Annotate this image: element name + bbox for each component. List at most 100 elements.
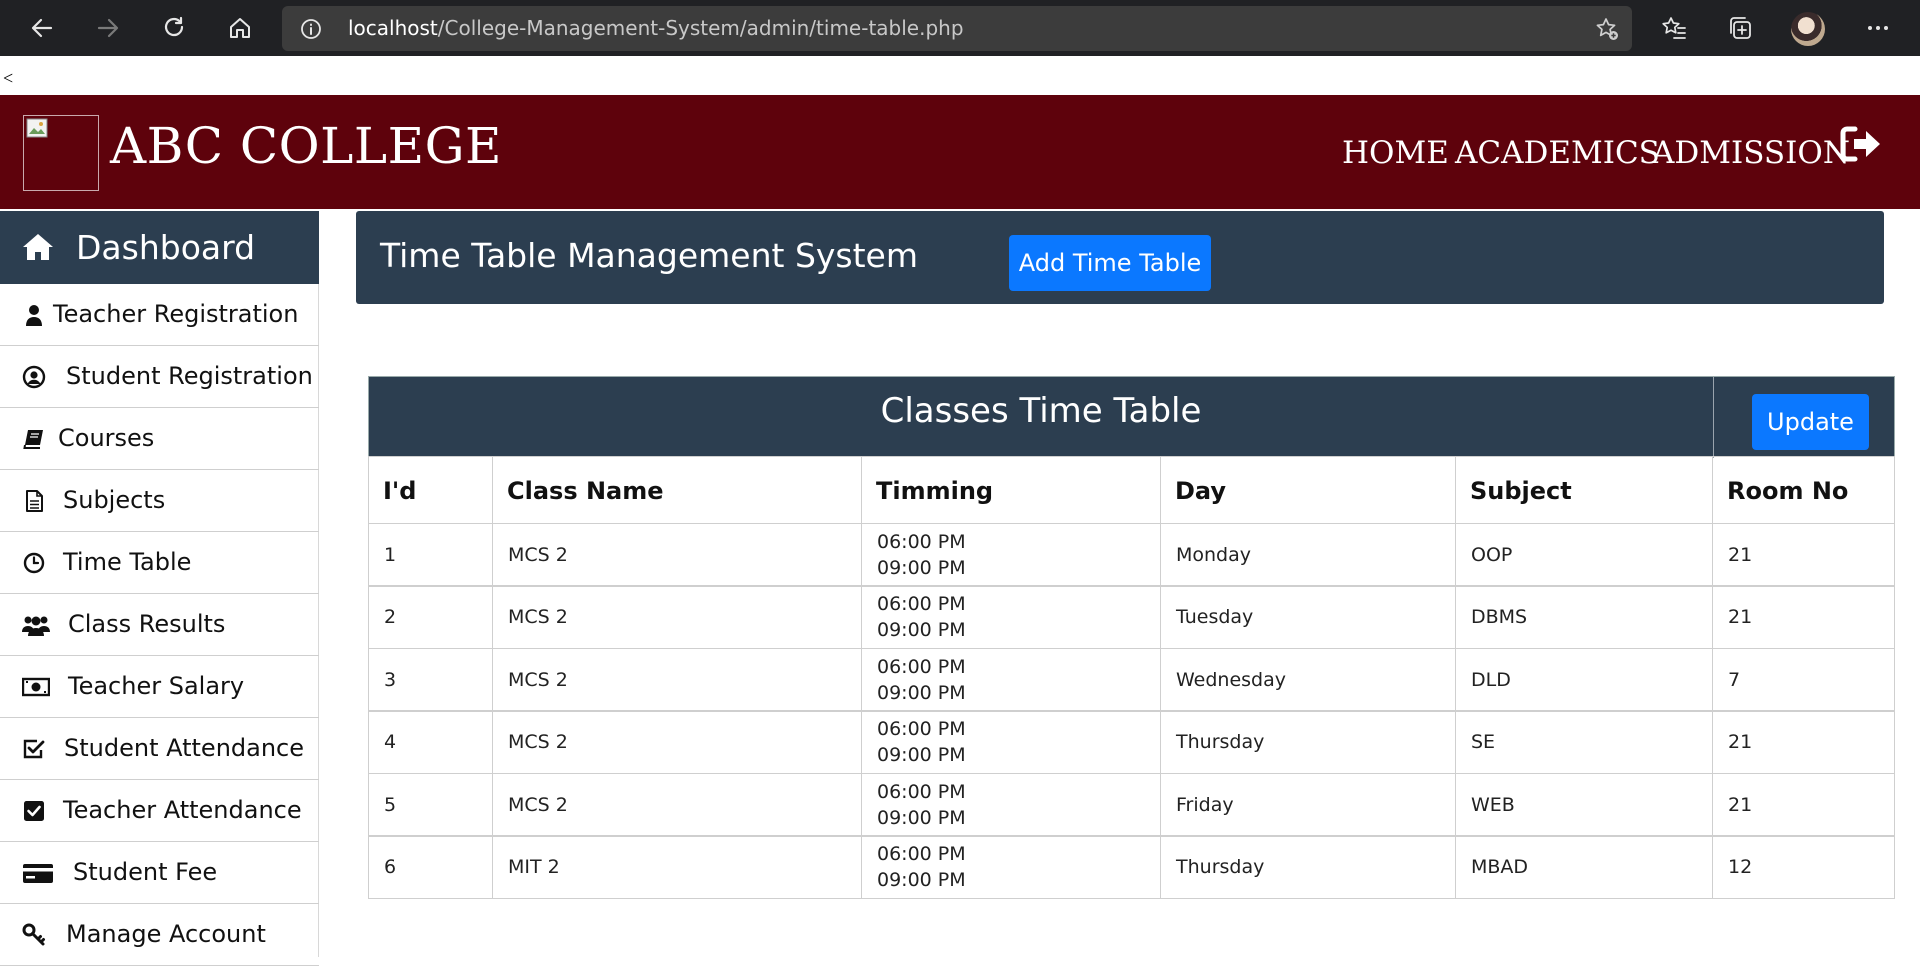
sidebar-item-student-registration[interactable]: Student Registration (0, 346, 319, 408)
sidebar-item-label: Teacher Registration (53, 300, 299, 328)
sidebar-item-label: Student Registration (66, 362, 313, 390)
sidebar: Dashboard Teacher Registration Student R… (0, 211, 319, 966)
cell-room-no: 7 (1712, 648, 1895, 711)
cell-id: 5 (368, 773, 493, 836)
credit-card-icon (22, 861, 54, 885)
sidebar-item-time-table[interactable]: Time Table (0, 532, 319, 594)
cell-timming: 06:00 PM 09:00 PM (861, 585, 1161, 649)
more-options-icon[interactable] (1862, 12, 1894, 44)
cell-class-name: MCS 2 (492, 523, 862, 586)
sidebar-item-teacher-attendance[interactable]: Teacher Attendance (0, 780, 319, 842)
nav-academics[interactable]: ACADEMICS (1455, 135, 1660, 171)
cell-day: Thursday (1160, 710, 1456, 774)
sidebar-item-label: Student Attendance (64, 734, 305, 762)
browser-toolbar: localhost/College-Management-System/admi… (0, 0, 1920, 56)
start-time: 06:00 PM (877, 655, 966, 678)
cell-id: 3 (368, 648, 493, 711)
start-time: 06:00 PM (877, 718, 966, 740)
check-square-filled-icon (22, 799, 46, 823)
url-host: localhost (348, 16, 438, 40)
url-text[interactable]: localhost/College-Management-System/admi… (348, 16, 964, 40)
nav-admission[interactable]: ADMISSION (1652, 135, 1850, 171)
money-icon (21, 675, 51, 699)
user-circle-icon (22, 365, 46, 389)
sidebar-item-subjects[interactable]: Subjects (0, 470, 319, 532)
sidebar-item-label: Time Table (63, 548, 192, 576)
user-icon (22, 303, 46, 327)
logout-icon[interactable] (1840, 125, 1882, 165)
favorites-icon[interactable] (1658, 12, 1690, 44)
sidebar-item-dashboard[interactable]: Dashboard (0, 211, 319, 284)
cell-class-name: MCS 2 (492, 648, 862, 711)
sidebar-item-label: Student Fee (73, 858, 218, 886)
sidebar-item-student-attendance[interactable]: Student Attendance (0, 718, 319, 780)
sidebar-item-label: Manage Account (66, 920, 266, 948)
column-header-id: I'd (368, 456, 493, 524)
college-logo (23, 115, 99, 191)
forward-arrow-icon[interactable] (92, 12, 124, 44)
home-icon[interactable] (224, 12, 256, 44)
sidebar-item-label: Dashboard (76, 228, 256, 267)
brand-title[interactable]: ABC COLLEGE (110, 117, 502, 175)
cell-class-name: MCS 2 (492, 710, 862, 774)
cell-day: Thursday (1160, 835, 1456, 899)
start-time: 06:00 PM (877, 593, 966, 615)
column-header-timming: Timming (861, 456, 1161, 524)
add-favorite-icon[interactable] (1594, 16, 1620, 42)
end-time: 09:00 PM (877, 556, 966, 579)
start-time: 06:00 PM (877, 530, 966, 553)
start-time: 06:00 PM (877, 780, 966, 803)
nav-home[interactable]: HOME (1342, 135, 1449, 171)
back-arrow-icon[interactable] (26, 12, 58, 44)
cell-room-no: 21 (1712, 523, 1895, 586)
key-icon (22, 923, 46, 947)
cell-subject: MBAD (1455, 835, 1713, 899)
url-path: /College-Management-System/admin/time-ta… (437, 16, 964, 40)
book-icon (22, 427, 46, 451)
column-header-subject: Subject (1455, 456, 1713, 524)
cell-room-no: 21 (1712, 585, 1895, 649)
stray-text: < (3, 68, 14, 88)
address-bar[interactable]: localhost/College-Management-System/admi… (282, 6, 1632, 51)
reload-icon[interactable] (158, 12, 190, 44)
cell-id: 4 (368, 710, 493, 774)
cell-timming: 06:00 PM 09:00 PM (861, 710, 1161, 774)
collections-icon[interactable] (1724, 12, 1756, 44)
cell-subject: OOP (1455, 523, 1713, 586)
cell-class-name: MCS 2 (492, 585, 862, 649)
sidebar-item-label: Teacher Attendance (63, 796, 302, 824)
sidebar-item-teacher-registration[interactable]: Teacher Registration (0, 284, 319, 346)
start-time: 06:00 PM (877, 843, 966, 865)
users-icon (22, 613, 50, 637)
update-button[interactable]: Update (1752, 394, 1869, 450)
cell-id: 6 (368, 835, 493, 899)
cell-timming: 06:00 PM 09:00 PM (861, 648, 1161, 711)
sidebar-item-courses[interactable]: Courses (0, 408, 319, 470)
cell-day: Tuesday (1160, 585, 1456, 649)
cell-day: Wednesday (1160, 648, 1456, 711)
sidebar-item-label: Class Results (68, 610, 226, 638)
page-title: Time Table Management System (380, 236, 919, 275)
sidebar-item-teacher-salary[interactable]: Teacher Salary (0, 656, 319, 718)
cell-id: 1 (368, 523, 493, 586)
clock-icon (22, 551, 46, 575)
sidebar-item-label: Teacher Salary (68, 672, 245, 700)
home-icon (22, 232, 54, 262)
sidebar-item-label: Subjects (63, 486, 166, 514)
add-time-table-button[interactable]: Add Time Table (1009, 235, 1211, 291)
column-header-day: Day (1160, 456, 1456, 524)
end-time: 09:00 PM (877, 681, 966, 704)
header-divider (1713, 377, 1714, 458)
end-time: 09:00 PM (877, 869, 966, 891)
info-icon[interactable] (300, 18, 322, 40)
sidebar-item-student-fee[interactable]: Student Fee (0, 842, 319, 904)
end-time: 09:00 PM (877, 806, 966, 829)
cell-timming: 06:00 PM 09:00 PM (861, 773, 1161, 836)
sidebar-item-class-results[interactable]: Class Results (0, 594, 319, 656)
cell-subject: SE (1455, 710, 1713, 774)
end-time: 09:00 PM (877, 744, 966, 766)
end-time: 09:00 PM (877, 619, 966, 641)
cell-class-name: MCS 2 (492, 773, 862, 836)
profile-avatar[interactable] (1791, 12, 1825, 46)
sidebar-item-label: Courses (58, 424, 155, 452)
